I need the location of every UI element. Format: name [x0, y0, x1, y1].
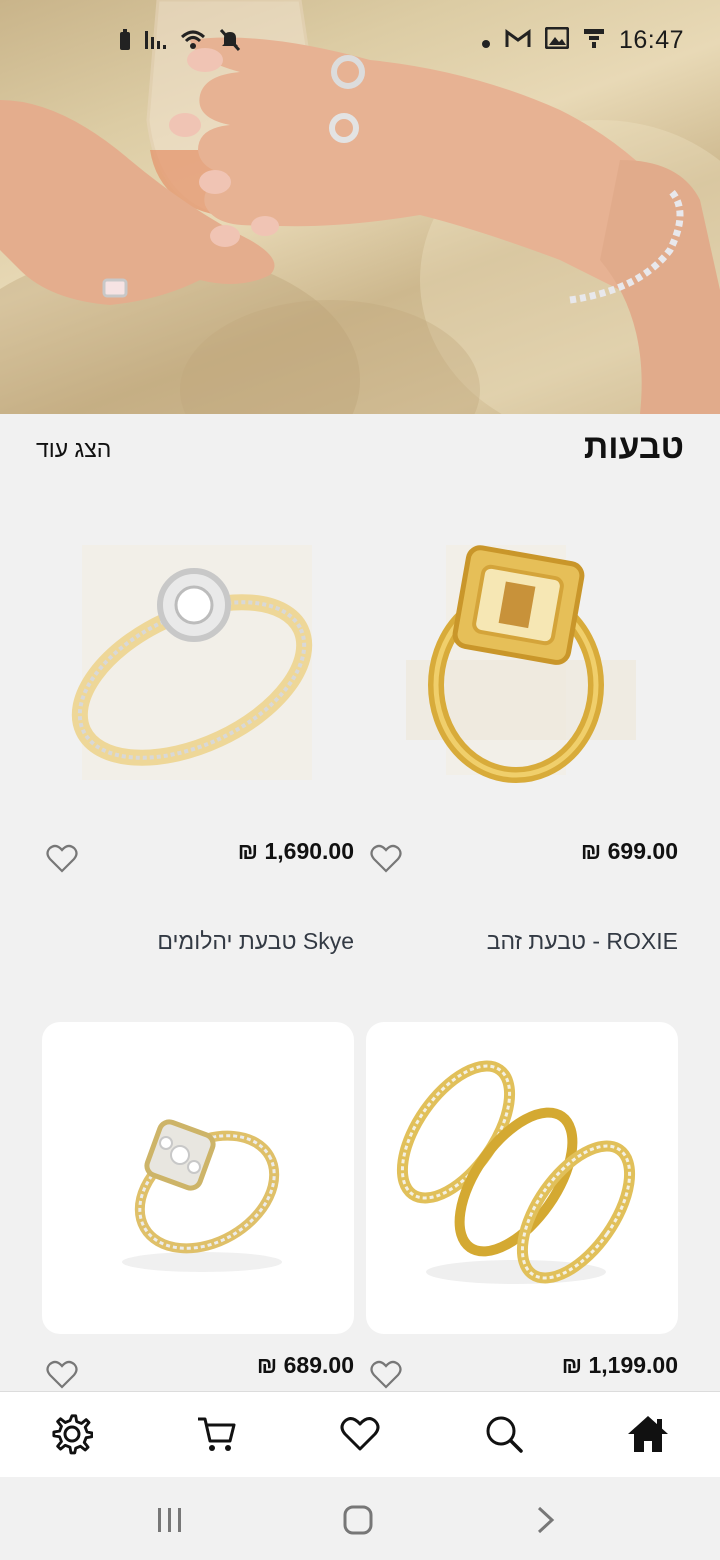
- wifi-icon: [180, 29, 206, 57]
- product-name: טבעת זהב - ROXIE: [486, 928, 678, 954]
- product-image[interactable]: [42, 1022, 354, 1334]
- product-name: טבעת יהלומים Skye: [157, 928, 354, 954]
- cluster-diamond-ring-icon: [122, 1119, 282, 1272]
- triple-oval-ring-icon: [396, 1060, 636, 1284]
- cart-icon[interactable]: [192, 1410, 240, 1458]
- status-bar: 16:47: [0, 22, 720, 62]
- product-image[interactable]: [366, 1022, 678, 1334]
- battery-icon: [118, 29, 132, 57]
- product-card[interactable]: ₪ 689.00: [42, 1022, 354, 1392]
- favorite-heart-icon[interactable]: [46, 844, 78, 874]
- system-navigation-bar: [0, 1477, 720, 1560]
- bottom-navigation: [0, 1391, 720, 1477]
- gallery-icon: [544, 26, 570, 55]
- search-icon[interactable]: [480, 1410, 528, 1458]
- product-price: ₪ 1,690.00: [237, 838, 354, 864]
- gold-rectangle-ring-icon: [406, 545, 636, 783]
- product-card[interactable]: ₪ 1,199.00: [366, 1022, 678, 1392]
- dot-icon: [481, 27, 491, 55]
- notification-icon: [583, 27, 605, 55]
- favorite-heart-icon[interactable]: [370, 844, 402, 874]
- show-more-link[interactable]: הצג עוד: [36, 436, 111, 463]
- product-price: ₪ 699.00: [580, 838, 678, 864]
- halo-diamond-ring-icon: [71, 545, 313, 780]
- settings-icon[interactable]: [48, 1410, 96, 1458]
- section-title: טבעות: [583, 428, 684, 466]
- recent-apps-icon[interactable]: [150, 1503, 190, 1537]
- section-header: טבעות הצג עוד: [0, 414, 720, 484]
- back-chevron-icon[interactable]: [526, 1503, 566, 1537]
- status-time: 16:47: [618, 26, 684, 54]
- home-button-icon[interactable]: [338, 1503, 378, 1537]
- signal-icon: [144, 29, 168, 57]
- product-image[interactable]: [366, 520, 678, 832]
- product-card[interactable]: ₪ 699.00 טבעת זהב - ROXIE: [366, 520, 678, 960]
- hero-image: [0, 0, 720, 414]
- mute-icon: [218, 28, 242, 58]
- gmail-icon: [505, 27, 531, 55]
- hero-banner[interactable]: 16:47: [0, 0, 720, 414]
- home-icon[interactable]: [624, 1410, 672, 1458]
- product-card[interactable]: ₪ 1,690.00 טבעת יהלומים Skye: [42, 520, 354, 960]
- product-image[interactable]: [42, 520, 354, 832]
- favorite-heart-icon[interactable]: [46, 1360, 78, 1390]
- heart-icon[interactable]: [336, 1410, 384, 1458]
- product-price: ₪ 1,199.00: [561, 1352, 678, 1378]
- favorite-heart-icon[interactable]: [370, 1360, 402, 1390]
- product-price: ₪ 689.00: [256, 1352, 354, 1378]
